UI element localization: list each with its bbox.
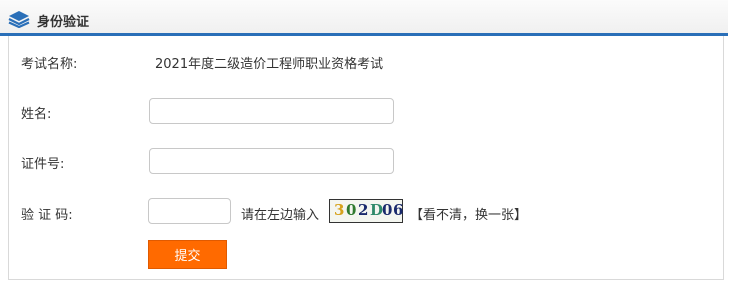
refresh-captcha-link[interactable]: 【看不清，换一张】 [410, 204, 527, 223]
id-number-label: 证件号: [21, 157, 65, 172]
captcha-char: 0 [382, 201, 393, 219]
captcha-label: 验 证 码: [21, 208, 73, 223]
exam-name-value: 2021年度二级造价工程师职业资格考试 [155, 57, 384, 72]
captcha-hint: 请在左边输入 [241, 208, 320, 223]
captcha-input[interactable] [148, 198, 231, 224]
section-title: 身份验证 [37, 15, 90, 30]
name-label: 姓名: [21, 107, 52, 122]
section-header: 身份验证 [0, 0, 728, 36]
captcha-char: 0 [346, 201, 357, 219]
captcha-char: 3 [334, 201, 345, 219]
submit-button[interactable]: 提交 [148, 240, 227, 269]
captcha-char: 6 [393, 201, 404, 219]
captcha-image[interactable]: 3 0 2 D 0 6 [329, 199, 403, 223]
layers-icon [8, 11, 30, 28]
exam-name-label: 考试名称: [21, 57, 78, 72]
name-input[interactable] [149, 98, 394, 124]
id-number-input[interactable] [149, 148, 394, 174]
captcha-char: 2 [358, 201, 369, 219]
